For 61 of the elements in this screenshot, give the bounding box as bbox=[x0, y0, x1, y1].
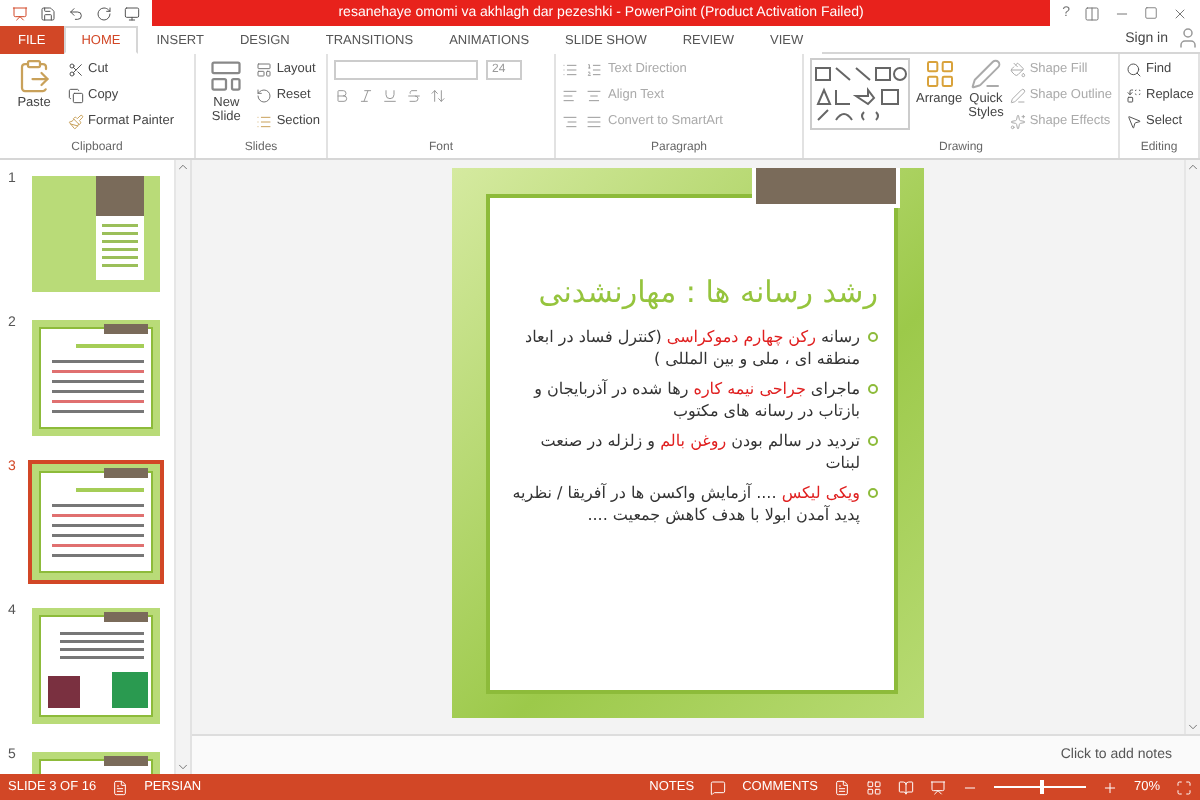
normal-view-icon bbox=[833, 779, 850, 795]
shapes-icon bbox=[812, 64, 908, 124]
bullet-icon bbox=[868, 332, 878, 342]
italic-icon bbox=[358, 87, 374, 103]
align-right-icon bbox=[562, 113, 578, 129]
layout-icon bbox=[256, 61, 273, 77]
sparkles-icon bbox=[1009, 113, 1026, 129]
save-icon bbox=[40, 5, 56, 21]
paint-bucket-icon bbox=[1009, 61, 1026, 77]
scroll-down-icon bbox=[1186, 720, 1200, 734]
align-left-icon bbox=[562, 87, 578, 103]
align-center-icon bbox=[586, 87, 602, 103]
font-name-field[interactable] bbox=[334, 59, 478, 79]
grid-view-icon bbox=[865, 779, 882, 795]
display-options-icon bbox=[1084, 5, 1100, 21]
monitor-icon bbox=[124, 5, 140, 21]
bullet-text: ویکی لیکس .... آزمایش واکسن ها در آفریقا / نظریه پدید آمدن ابولا با هدف کاهش جمعیت .... bbox=[510, 482, 860, 526]
arrange-icon bbox=[923, 58, 956, 90]
user-icon bbox=[1176, 26, 1200, 50]
search-icon bbox=[1126, 61, 1142, 77]
slide-title: رشد رسانه ها : مهارنشدنی bbox=[536, 274, 878, 310]
bullet-icon bbox=[868, 436, 878, 446]
bullet-icon bbox=[868, 488, 878, 498]
maximize-icon bbox=[1144, 6, 1158, 20]
bullet-text: رسانه رکن چهارم دموکراسی (کنترل فساد در ابعاد منطقه ای ، ملی و بین المللی ) bbox=[523, 326, 860, 370]
fit-slide-icon bbox=[1176, 779, 1192, 795]
undo-icon bbox=[68, 5, 84, 21]
powerpoint-logo-icon bbox=[12, 5, 28, 21]
bullets-icon bbox=[562, 61, 578, 77]
scrollbar[interactable] bbox=[1184, 160, 1200, 734]
zoom-in-icon bbox=[1101, 779, 1118, 795]
scroll-up-icon bbox=[176, 160, 190, 174]
cursor-icon bbox=[1126, 113, 1142, 129]
comment-icon bbox=[710, 779, 727, 795]
character-spacing-icon bbox=[430, 87, 446, 103]
redo-icon bbox=[96, 5, 112, 21]
bullet-text: تردید در سالم بودن روغن بالم و زلزله در صنعت لبنات bbox=[538, 430, 860, 474]
reading-view-icon bbox=[897, 779, 914, 795]
underline-icon bbox=[382, 87, 398, 103]
shapes-gallery[interactable] bbox=[810, 58, 910, 130]
slide-icon bbox=[208, 58, 245, 94]
section-icon bbox=[256, 113, 273, 129]
copy-icon bbox=[68, 87, 84, 103]
bullet-icon bbox=[868, 384, 878, 394]
slideshow-icon bbox=[929, 779, 946, 795]
bullet-text: ماجرای جراحی نیمه کاره رها شده در آذربایجان و بازتاب در رسانه های مکتوب bbox=[531, 378, 860, 422]
pencil-icon bbox=[1009, 87, 1026, 103]
bold-icon bbox=[334, 87, 350, 103]
justify-icon bbox=[586, 113, 602, 129]
scissors-icon bbox=[68, 61, 84, 77]
paintbrush-icon bbox=[68, 113, 84, 129]
numbering-icon bbox=[586, 61, 602, 77]
pen-icon bbox=[969, 58, 1002, 90]
scroll-down-icon bbox=[176, 760, 190, 774]
close-icon bbox=[1172, 5, 1188, 21]
strikethrough-icon bbox=[406, 87, 422, 103]
scrollbar[interactable] bbox=[174, 160, 190, 774]
zoom-slider-thumb[interactable] bbox=[1039, 780, 1044, 794]
reset-icon bbox=[256, 87, 273, 103]
scroll-up-icon bbox=[1186, 160, 1200, 174]
clipboard-icon bbox=[16, 58, 52, 94]
